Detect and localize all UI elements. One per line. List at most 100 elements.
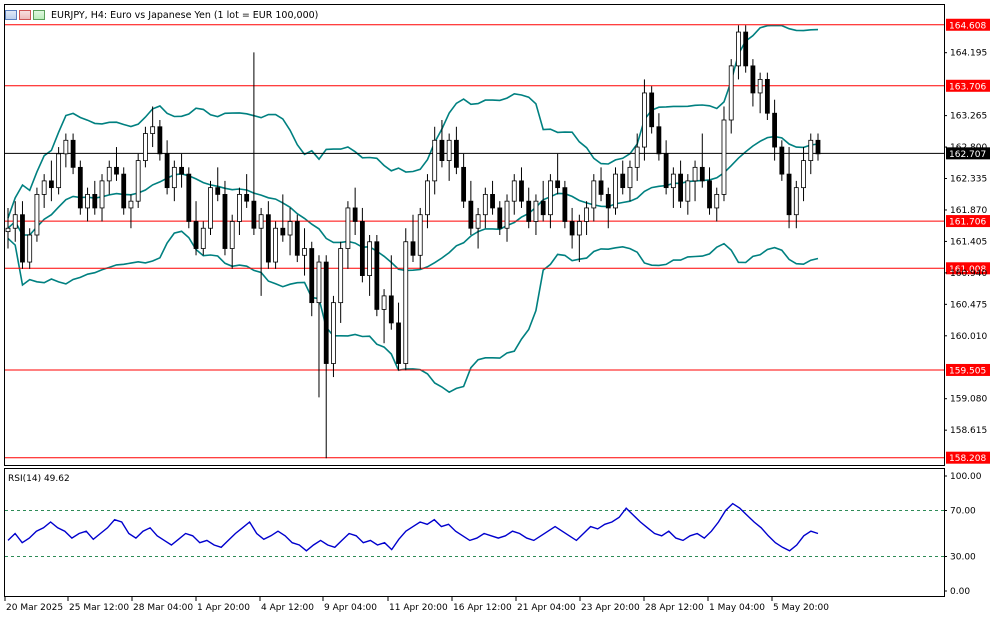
candle-body [613, 173, 618, 209]
candle-body [229, 221, 235, 249]
time-tick-label: 1 Apr 20:00 [197, 603, 250, 613]
candle-body [20, 214, 25, 263]
candle-body [338, 248, 344, 304]
candle-body [453, 139, 459, 168]
candle-body [576, 221, 582, 236]
candle-body [12, 214, 18, 229]
candle [208, 180, 213, 235]
candle [613, 167, 618, 215]
time-tick-label: 21 Apr 04:00 [517, 603, 576, 613]
candle-body [482, 194, 488, 216]
candle-body [750, 65, 756, 94]
time-tick-label: 28 Mar 04:00 [133, 603, 193, 613]
time-tick-label: 11 Apr 20:00 [389, 603, 448, 613]
candle-body [721, 119, 727, 195]
candle-body [562, 187, 568, 222]
candle-body [685, 180, 691, 202]
candle [121, 167, 127, 215]
candle-body [34, 194, 40, 236]
rsi-title: RSI(14) 49.62 [8, 474, 70, 484]
price-tick-label: 162.335 [950, 175, 987, 185]
rsi-tick-label: 0.00 [950, 587, 970, 597]
candle-body [772, 112, 778, 148]
candle-body [106, 166, 112, 182]
candle-body [237, 194, 242, 222]
candle-body [359, 221, 365, 276]
candle-body [208, 187, 213, 229]
candle-body [649, 92, 655, 128]
time-tick-label: 5 May 20:00 [773, 603, 829, 613]
price-level-label: 159.505 [949, 366, 986, 376]
candle-body [114, 166, 119, 175]
chart-window-icon[interactable] [33, 10, 45, 20]
price-level-label: 163.706 [949, 82, 986, 92]
candle-body [316, 261, 322, 304]
price-tick-label: 163.265 [950, 112, 987, 122]
candle-body [707, 180, 712, 209]
chart-window-icon[interactable] [5, 10, 17, 20]
candle-body [128, 200, 134, 209]
candle-body [736, 31, 741, 67]
candle-body [200, 227, 206, 249]
candle-body [793, 187, 799, 216]
candle [743, 25, 749, 73]
candle-body [244, 194, 250, 202]
candle-body [27, 234, 33, 263]
candle-body [143, 133, 148, 161]
candle-body [678, 173, 683, 202]
price-tick-label: 158.615 [950, 426, 987, 436]
time-tick-label: 4 Apr 12:00 [261, 603, 314, 613]
price-tick-label: 160.475 [950, 300, 987, 310]
candle-body [584, 207, 589, 222]
candle-body [171, 166, 177, 189]
candle-body [345, 207, 351, 249]
candle-body [63, 139, 69, 155]
candle [294, 214, 300, 263]
candle-body [786, 173, 792, 216]
candle-body [627, 166, 633, 189]
candle-body [48, 180, 54, 189]
candle-body [548, 180, 553, 216]
candle-body [511, 180, 517, 202]
candle-body [764, 79, 770, 114]
time-tick-label: 28 Apr 12:00 [645, 603, 704, 613]
time-tick-label: 20 Mar 2025 [6, 603, 63, 613]
candle-body [670, 173, 676, 189]
candle-body [70, 139, 76, 168]
candle-body [642, 92, 647, 148]
candle-body [150, 126, 156, 134]
chart-window-icon[interactable] [19, 10, 31, 20]
candle-body [403, 241, 409, 364]
time-tick-label: 23 Apr 20:00 [581, 603, 640, 613]
candle [562, 180, 568, 229]
chart-header: EURJPY, H4: Euro vs Japanese Yen (1 lot … [5, 8, 318, 22]
candle-body [215, 187, 221, 195]
candle-body [598, 180, 604, 195]
candle-body [439, 139, 445, 161]
mt-chart-window: 164.608163.706161.706161.008159.505158.2… [4, 4, 990, 613]
price-tick-label: 160.010 [950, 332, 987, 342]
candle [374, 235, 380, 317]
candle-body [331, 302, 336, 364]
time-tick-label: 1 May 04:00 [709, 603, 765, 613]
price-axis: 164.608163.706161.706161.008159.505158.2… [944, 18, 990, 464]
candle-body [417, 214, 423, 256]
candle-body [193, 221, 199, 249]
candle-body [656, 126, 662, 155]
candle [403, 228, 409, 371]
price-tick-label: 161.870 [950, 206, 987, 216]
candle-body [396, 322, 401, 364]
candle [77, 160, 83, 215]
price-level-label: 158.208 [949, 454, 986, 464]
candle-body [663, 153, 669, 189]
candle-body [779, 146, 785, 175]
candle-body [323, 261, 329, 364]
candle-body [77, 166, 83, 209]
candle-body [801, 160, 806, 189]
price-tick-label: 162.800 [950, 143, 987, 153]
candle-body [388, 295, 394, 324]
candle-body [699, 166, 705, 182]
candle-body [555, 180, 561, 189]
candle-body [92, 194, 98, 209]
candle-body [309, 248, 315, 304]
